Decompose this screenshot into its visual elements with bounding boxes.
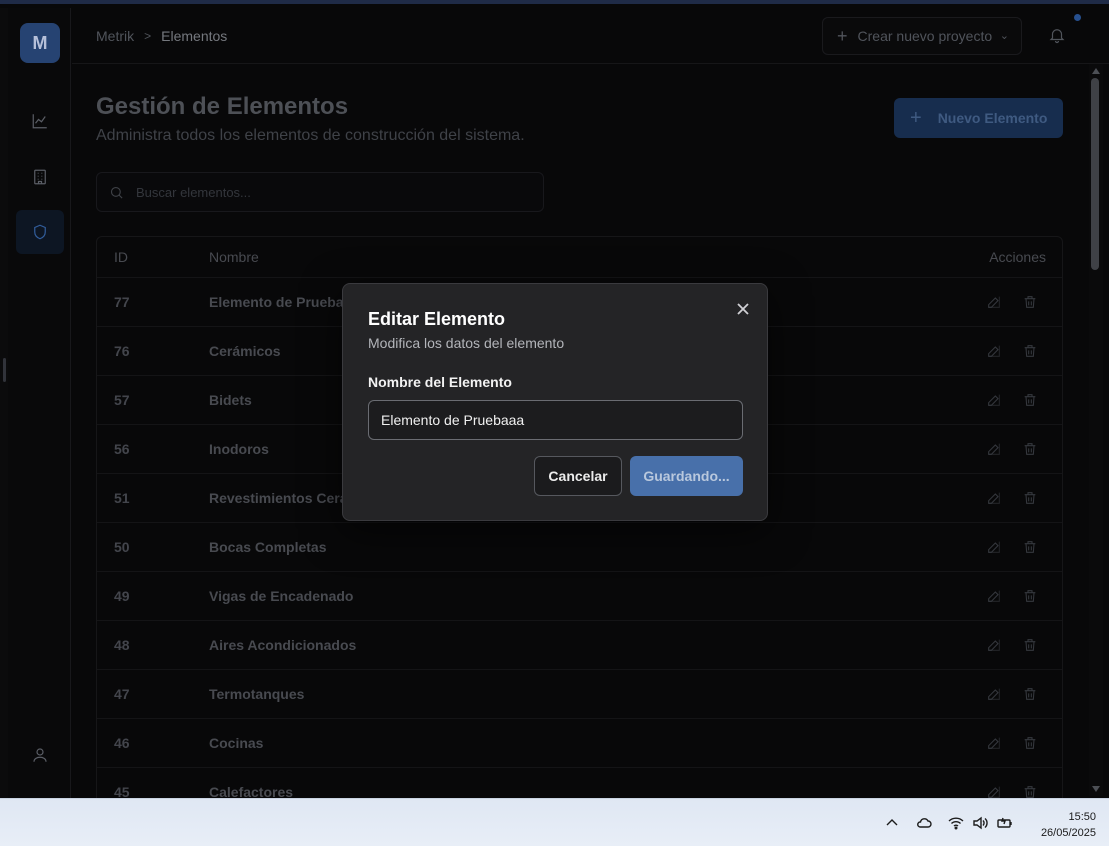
cancel-button[interactable]: Cancelar (534, 456, 622, 496)
dialog-title: Editar Elemento (368, 309, 506, 329)
clock-date: 26/05/2025 (1040, 827, 1096, 839)
show-hidden-icons-button[interactable] (882, 815, 902, 831)
chevron-up-icon (886, 819, 898, 826)
close-button[interactable] (735, 301, 751, 317)
wifi-icon (948, 817, 964, 830)
wifi-tray-button[interactable] (946, 815, 966, 831)
close-icon (737, 303, 749, 315)
save-button[interactable]: Guardando... (630, 456, 743, 496)
taskbar: 15:50 26/05/2025 (0, 798, 1109, 846)
cloud-icon (917, 818, 932, 828)
battery-icon (997, 817, 1012, 828)
battery-tray-button[interactable] (995, 815, 1015, 831)
element-name-label: Nombre del Elemento (368, 374, 512, 390)
taskbar-clock[interactable]: 15:50 26/05/2025 (1024, 809, 1096, 841)
clock-time: 15:50 (1068, 811, 1096, 823)
speaker-icon (973, 816, 988, 830)
element-name-field[interactable] (368, 400, 743, 440)
edit-element-dialog: Editar Elemento Modifica los datos del e… (342, 283, 768, 521)
app-window: M Metrik > Elementos + Crear nuevo proye… (0, 0, 1109, 798)
onedrive-tray-button[interactable] (914, 815, 934, 831)
volume-tray-button[interactable] (970, 815, 990, 831)
dialog-subtitle: Modifica los datos del elemento (368, 335, 565, 351)
